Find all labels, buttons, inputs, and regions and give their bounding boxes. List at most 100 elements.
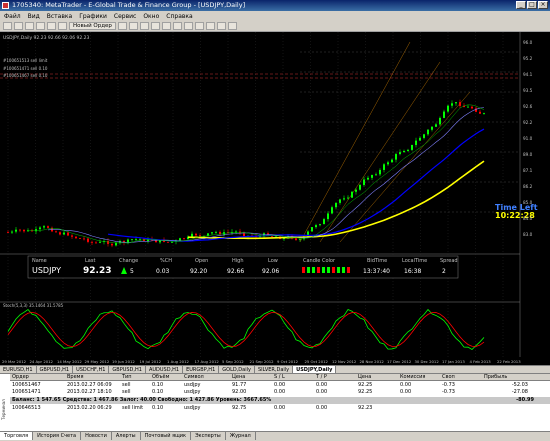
col-commission[interactable]: Комиссия [398, 374, 440, 380]
new-chart-button[interactable] [3, 22, 12, 30]
order-id: 100651471 [12, 389, 41, 395]
col-order[interactable]: Ордер [10, 374, 65, 380]
terminal-button[interactable] [58, 22, 67, 30]
zoom-in-button[interactable] [161, 22, 171, 30]
tab-trade[interactable]: Торговля [0, 432, 34, 440]
candle-body [375, 174, 377, 176]
date-axis-label: 22 Feb 2013 [497, 359, 521, 364]
candle-body [23, 229, 25, 232]
candle-body [195, 233, 197, 236]
tab-mailbox[interactable]: Почтовый ящик [141, 432, 192, 440]
tab-journal[interactable]: Журнал [226, 432, 256, 440]
col-price[interactable]: Цена [230, 374, 272, 380]
moving-average-short [27, 104, 485, 244]
candle-body [359, 184, 361, 190]
balance-text: Баланс: 1 547.65 Средства: 1 467.86 Зало… [12, 397, 272, 403]
col-type[interactable]: Тип [120, 374, 150, 380]
order-profit: -27.08 [511, 389, 528, 395]
tab-experts[interactable]: Эксперты [191, 432, 226, 440]
order-time: 2013.02.27 18:10 [67, 389, 112, 395]
candlestick-button[interactable] [139, 22, 149, 30]
info-value-open: 92.20 [190, 268, 207, 275]
profiles-button[interactable] [14, 22, 23, 30]
app-icon [2, 2, 9, 9]
col-symbol[interactable]: Символ [182, 374, 230, 380]
candle-body [99, 241, 101, 243]
tab-alerts[interactable]: Алерты [112, 432, 141, 440]
date-axis-label: 28 Nov 2012 [360, 359, 385, 364]
candle-body [211, 232, 213, 234]
info-header-high: High [232, 258, 244, 264]
table-row[interactable]: 100651467 2013.02.27 06:09 sell 0.10 usd… [10, 382, 550, 389]
order-sl: 0.00 [274, 389, 286, 395]
balance-profit: -80.99 [516, 397, 534, 403]
menu-view[interactable]: Вид [28, 13, 40, 20]
info-value-localtime: 16:38 [404, 268, 421, 275]
expert-advisors-button[interactable] [117, 22, 127, 30]
chart-tab[interactable]: SILVER,Daily [255, 366, 294, 373]
menu-insert[interactable]: Вставка [47, 13, 72, 20]
order-tp: 0.00 [316, 389, 328, 395]
candle-body [47, 226, 49, 228]
data-window-button[interactable] [36, 22, 45, 30]
price-chart[interactable]: USDJPY,Daily 92.23 92.66 92.06 92.23 #10… [0, 32, 550, 365]
bar-chart-button[interactable] [128, 22, 138, 30]
line-chart-button[interactable] [150, 22, 160, 30]
market-watch-button[interactable] [25, 22, 34, 30]
chart-tab[interactable]: GBPUSD,H1 [109, 366, 146, 373]
chart-tab[interactable]: EURGBP,H1 [183, 366, 220, 373]
chart-tab[interactable]: GBPUSD,H1 [37, 366, 74, 373]
balance-row: Баланс: 1 547.65 Средства: 1 467.86 Зало… [10, 397, 550, 404]
candle-body [271, 235, 273, 237]
date-axis-label: 29 Mar 2012 [2, 359, 27, 364]
candle-body [59, 232, 61, 235]
maximize-button[interactable]: □ [527, 1, 537, 9]
menu-window[interactable]: Окно [143, 13, 159, 20]
chart-tab-active[interactable]: USDJPY,Daily [293, 366, 337, 373]
price-axis-label: 85.0 [523, 200, 533, 205]
info-value-last: 92.23 [83, 266, 111, 276]
tab-news[interactable]: Новости [81, 432, 112, 440]
minimize-button[interactable]: _ [516, 1, 526, 9]
chart-tab[interactable]: USDCHF,H1 [73, 366, 110, 373]
menu-help[interactable]: Справка [166, 13, 192, 20]
candle-body [347, 197, 349, 199]
templates-button[interactable] [227, 22, 237, 30]
candle-body [7, 232, 9, 233]
candle-body [379, 169, 381, 175]
close-button[interactable]: × [538, 1, 548, 9]
col-volume[interactable]: Объём [150, 374, 182, 380]
autoscroll-button[interactable] [183, 22, 193, 30]
navigator-button[interactable] [47, 22, 56, 30]
col-tp[interactable]: T / P [314, 374, 356, 380]
toolbar: Новый Ордер [0, 21, 550, 32]
col-current-price[interactable]: Цена [356, 374, 398, 380]
candle-body [423, 134, 425, 138]
candle-body [335, 202, 337, 208]
info-panel: Name USDJPY Last 92.23 Change 5 %CH 0.03… [27, 255, 459, 279]
col-swap[interactable]: Своп [440, 374, 482, 380]
indicators-button[interactable] [205, 22, 215, 30]
terminal-header-row: Ордер Время Тип Объём Символ Цена S / L … [10, 374, 550, 381]
menu-charts[interactable]: Графики [79, 13, 107, 20]
candle-color-bar [332, 267, 335, 273]
chart-shift-button[interactable] [194, 22, 204, 30]
pending-order-row[interactable]: 100646513 2013.02.20 06:29 sell limit 0.… [10, 405, 550, 412]
candle-body [411, 144, 413, 150]
col-sl[interactable]: S / L [272, 374, 314, 380]
candle-body [75, 236, 77, 239]
new-order-button[interactable]: Новый Ордер [69, 22, 116, 30]
candle-body [39, 227, 41, 230]
zoom-out-button[interactable] [172, 22, 182, 30]
menu-file[interactable]: Файл [4, 13, 21, 20]
candle-body [403, 150, 405, 153]
chart-tab[interactable]: AUDUSD,H1 [146, 366, 184, 373]
col-time[interactable]: Время [65, 374, 120, 380]
chart-tab[interactable]: EURUSD,H1 [0, 366, 37, 373]
table-row[interactable]: 100651471 2013.02.27 18:10 sell 0.10 usd… [10, 389, 550, 396]
tab-account-history[interactable]: История Счета [33, 432, 82, 440]
chart-tab[interactable]: GOLD,Daily [219, 366, 255, 373]
menu-tools[interactable]: Сервис [114, 13, 136, 20]
periods-button[interactable] [216, 22, 226, 30]
col-profit[interactable]: Прибыль [482, 374, 528, 380]
